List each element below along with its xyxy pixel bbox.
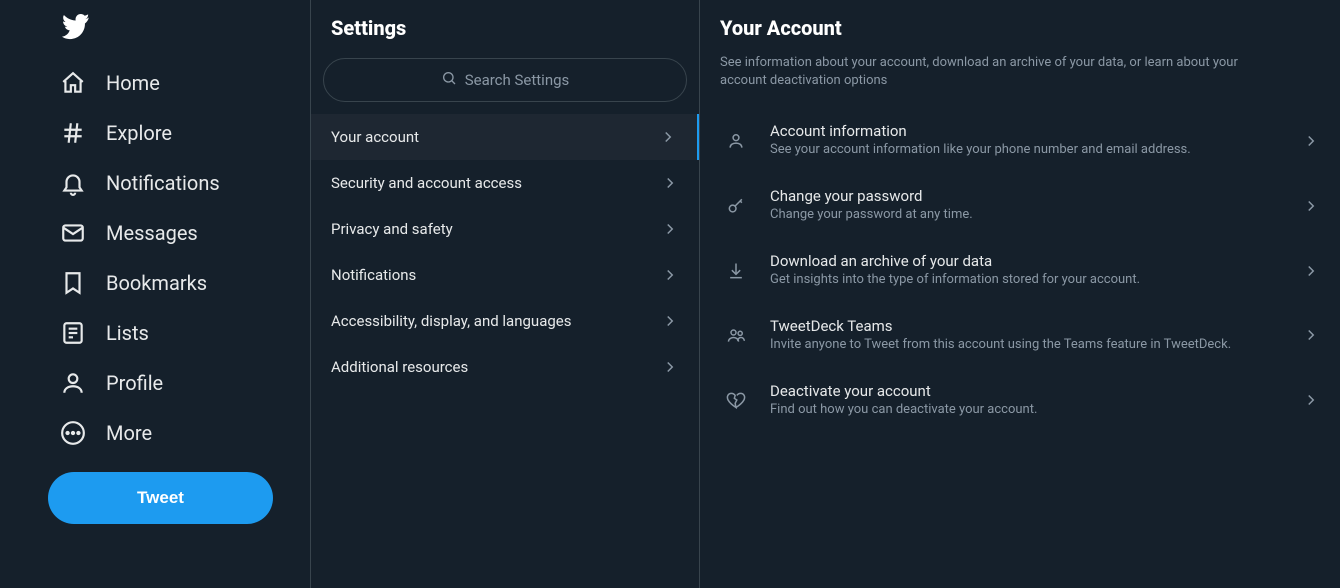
list-icon — [60, 320, 86, 346]
search-icon — [441, 70, 457, 90]
heartbreak-icon — [720, 390, 752, 410]
people-icon — [720, 325, 752, 345]
chevron-right-icon — [1302, 132, 1320, 150]
settings-item-resources[interactable]: Additional resources — [311, 344, 699, 390]
nav-item-label: Explore — [106, 121, 172, 145]
chevron-right-icon — [661, 358, 679, 376]
search-placeholder: Search Settings — [465, 71, 570, 89]
chevron-right-icon — [1302, 391, 1320, 409]
bookmark-icon — [60, 270, 86, 296]
detail-item-download-archive[interactable]: Download an archive of your data Get ins… — [700, 238, 1340, 303]
person-icon — [60, 370, 86, 396]
nav-item-more[interactable]: More — [48, 408, 310, 458]
detail-item-change-password[interactable]: Change your password Change your passwor… — [700, 173, 1340, 238]
twitter-bird-icon — [62, 27, 90, 46]
nav-item-home[interactable]: Home — [48, 58, 310, 108]
detail-item-sub: Find out how you can deactivate your acc… — [770, 402, 1284, 419]
hash-icon — [60, 120, 86, 146]
detail-item-title: Account information — [770, 122, 1284, 140]
detail-column: Your Account See information about your … — [700, 0, 1340, 588]
settings-item-label: Your account — [331, 128, 419, 146]
settings-item-label: Security and account access — [331, 174, 522, 192]
chevron-right-icon — [661, 266, 679, 284]
nav-item-label: Lists — [106, 321, 149, 345]
detail-item-title: Change your password — [770, 187, 1284, 205]
detail-item-title: Download an archive of your data — [770, 252, 1284, 270]
settings-item-accessibility[interactable]: Accessibility, display, and languages — [311, 298, 699, 344]
detail-item-title: TweetDeck Teams — [770, 317, 1284, 335]
nav-item-label: Messages — [106, 221, 198, 245]
chevron-right-icon — [1302, 262, 1320, 280]
settings-item-label: Notifications — [331, 266, 416, 284]
settings-item-privacy[interactable]: Privacy and safety — [311, 206, 699, 252]
settings-item-label: Accessibility, display, and languages — [331, 312, 571, 330]
chevron-right-icon — [661, 312, 679, 330]
nav-item-label: Bookmarks — [106, 271, 207, 295]
nav-item-notifications[interactable]: Notifications — [48, 158, 310, 208]
nav-item-label: Notifications — [106, 171, 220, 195]
person-icon — [720, 131, 752, 151]
chevron-right-icon — [1302, 326, 1320, 344]
settings-item-notifications[interactable]: Notifications — [311, 252, 699, 298]
settings-item-your-account[interactable]: Your account — [311, 114, 699, 160]
primary-nav: Home Explore Notifications Messages Book… — [0, 0, 310, 588]
chevron-right-icon — [659, 128, 677, 146]
chevron-right-icon — [661, 220, 679, 238]
nav-item-explore[interactable]: Explore — [48, 108, 310, 158]
settings-item-label: Additional resources — [331, 358, 468, 376]
nav-item-lists[interactable]: Lists — [48, 308, 310, 358]
nav-item-label: Profile — [106, 371, 163, 395]
home-icon — [60, 70, 86, 96]
chevron-right-icon — [1302, 197, 1320, 215]
detail-description: See information about your account, down… — [700, 54, 1260, 108]
more-circle-icon — [60, 420, 86, 446]
detail-item-sub: Change your password at any time. — [770, 207, 1284, 224]
detail-title: Your Account — [700, 10, 1340, 54]
nav-item-bookmarks[interactable]: Bookmarks — [48, 258, 310, 308]
nav-item-label: More — [106, 421, 152, 445]
detail-item-title: Deactivate your account — [770, 382, 1284, 400]
download-icon — [720, 261, 752, 281]
detail-item-deactivate[interactable]: Deactivate your account Find out how you… — [700, 368, 1340, 433]
key-icon — [720, 196, 752, 216]
settings-column: Settings Search Settings Your account Se… — [310, 0, 700, 588]
detail-item-sub: Invite anyone to Tweet from this account… — [770, 337, 1284, 354]
tweet-button[interactable]: Tweet — [48, 472, 273, 524]
twitter-logo[interactable] — [48, 6, 310, 58]
settings-item-label: Privacy and safety — [331, 220, 453, 238]
detail-item-account-info[interactable]: Account information See your account inf… — [700, 108, 1340, 173]
nav-item-profile[interactable]: Profile — [48, 358, 310, 408]
detail-item-sub: Get insights into the type of informatio… — [770, 272, 1284, 289]
bell-icon — [60, 170, 86, 196]
mail-icon — [60, 220, 86, 246]
settings-search-input[interactable]: Search Settings — [323, 58, 687, 102]
chevron-right-icon — [661, 174, 679, 192]
nav-item-messages[interactable]: Messages — [48, 208, 310, 258]
detail-item-sub: See your account information like your p… — [770, 142, 1284, 159]
settings-item-security[interactable]: Security and account access — [311, 160, 699, 206]
settings-title: Settings — [311, 10, 699, 58]
detail-item-tweetdeck-teams[interactable]: TweetDeck Teams Invite anyone to Tweet f… — [700, 303, 1340, 368]
nav-item-label: Home — [106, 71, 160, 95]
